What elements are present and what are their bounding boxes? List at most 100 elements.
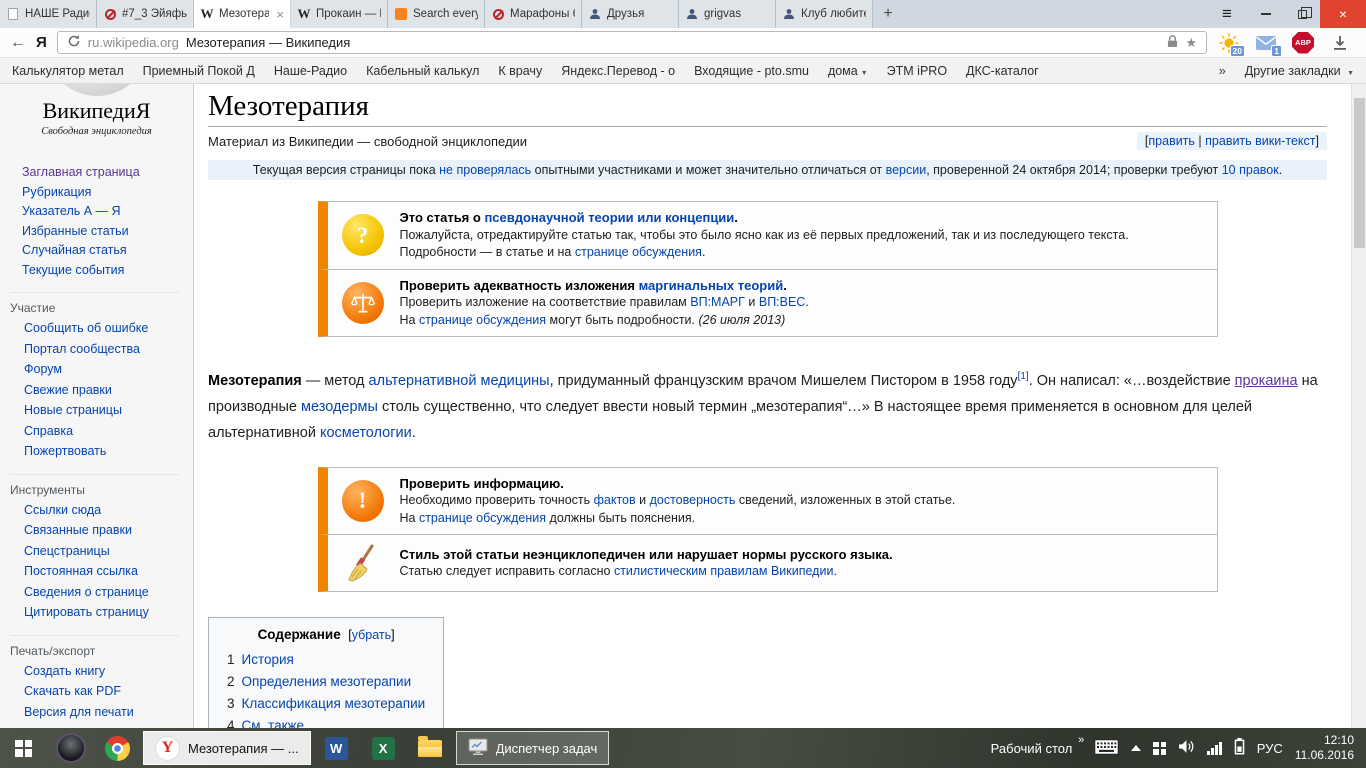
sidebar-item-printable[interactable]: Версия для печати [24,705,134,719]
tab-close-icon[interactable]: × [274,7,284,22]
wikipedia-wordmark[interactable]: ВикипедиЯ [0,98,193,124]
talk-page-link[interactable]: странице обсуждения [419,511,546,525]
facts-link[interactable]: фактов [594,493,636,507]
bookmark-star-icon[interactable]: ★ [1185,35,1197,51]
lock-icon[interactable] [1167,34,1178,51]
talk-page-link[interactable]: странице обсуждения [419,313,546,327]
tray-expand-icon[interactable] [1131,745,1142,751]
bookmark-item[interactable]: К врачу [498,64,542,78]
sidebar-item-page-info[interactable]: Сведения о странице [24,585,149,599]
style-guidelines-link[interactable]: стилистическим правилам Википедии [614,564,834,578]
clock[interactable]: 12:10 11.06.2016 [1295,733,1354,763]
toc-link-see-also[interactable]: См. также [242,718,305,728]
reload-icon[interactable] [67,34,81,51]
close-button[interactable]: × [1320,0,1366,28]
word-icon[interactable]: W [313,728,360,768]
sidebar-item-index[interactable]: Указатель А — Я [22,204,121,218]
sidebar-item-main-page[interactable]: Заглавная страница [22,165,140,179]
version-link[interactable]: версии [886,163,927,177]
file-explorer-icon[interactable] [407,728,454,768]
tab-prokain[interactable]: W Прокаин — В [291,0,388,28]
sidebar-item-forum[interactable]: Форум [24,362,62,376]
wikipedia-globe-logo[interactable] [44,84,149,96]
bookmark-item[interactable]: Входящие - pto.smu [694,64,809,78]
sidebar-item-random[interactable]: Случайная статья [22,243,127,257]
minimize-button[interactable] [1248,0,1284,28]
talk-page-link[interactable]: странице обсуждения [575,245,702,259]
windows-tray-icon[interactable] [1153,741,1167,755]
bookmark-folder-doma[interactable]: дома ▼ [828,64,868,78]
sidebar-item-rubrication[interactable]: Рубрикация [22,185,91,199]
sidebar-item-current-events[interactable]: Текущие события [22,263,124,277]
alternative-medicine-link[interactable]: альтернативной медицины [369,373,550,389]
verifiability-link[interactable]: достоверность [650,493,736,507]
volume-icon[interactable] [1178,739,1195,757]
toc-link-history[interactable]: История [242,652,294,667]
sidebar-item-create-book[interactable]: Создать книгу [24,664,105,678]
scrollbar-thumb[interactable] [1354,98,1365,248]
restore-button[interactable] [1284,0,1320,28]
fringe-theories-link[interactable]: маргинальных теорий [639,278,784,293]
edits-link[interactable]: 10 правок [1222,163,1279,177]
bookmark-item[interactable]: Кабельный калькул [366,64,479,78]
desktop-toolbar[interactable]: Рабочий стол » [991,734,1085,756]
sidebar-item-special-pages[interactable]: Спецстраницы [24,544,110,558]
sidebar-item-featured[interactable]: Избранные статьи [22,224,129,238]
back-icon[interactable]: ← [10,34,26,52]
bookmark-item[interactable]: ЭТМ iPRO [887,64,947,78]
tab-nashe-radio[interactable]: НАШЕ Радио [0,0,97,28]
excel-icon[interactable]: X [360,728,407,768]
bookmark-item[interactable]: Яндекс.Перевод - о [561,64,675,78]
downloads-icon[interactable] [1328,31,1352,55]
bookmark-item[interactable]: Приемный Покой Д [143,64,255,78]
battery-icon[interactable] [1234,738,1245,758]
chrome-icon[interactable] [94,728,141,768]
tab-marafony[interactable]: Марафоны бр [485,0,582,28]
sidebar-item-new-pages[interactable]: Новые страницы [24,403,122,417]
tab-eyjafjall[interactable]: #7_3 Эйяфьяд [97,0,194,28]
menu-button[interactable]: ≡ [1206,0,1248,28]
mesoderm-link[interactable]: мезодермы [301,399,378,415]
toc-link-definitions[interactable]: Определения мезотерапии [242,674,412,689]
toc-hide-link[interactable]: убрать [352,628,391,642]
tab-klub[interactable]: Клуб любите [776,0,873,28]
bookmark-item[interactable]: Наше-Радио [274,64,347,78]
start-button[interactable] [0,728,47,768]
bookmark-item[interactable]: Калькулятор метал [12,64,124,78]
other-bookmarks-button[interactable]: Другие закладки ▼ [1245,64,1354,78]
new-tab-button[interactable]: + [873,0,903,28]
url-input[interactable]: ru.wikipedia.org Мезотерапия — Википедия… [56,31,1207,54]
weather-extension-icon[interactable]: 20 [1217,31,1245,57]
tab-mezoterapiya-active[interactable]: W Мезотерапия × [194,0,291,28]
tab-search-everything[interactable]: Search everyth [388,0,485,28]
tab-grigvas[interactable]: grigvas [679,0,776,28]
vp-marg-link[interactable]: ВП:МАРГ [690,295,745,309]
sidebar-item-cite-page[interactable]: Цитировать страницу [24,605,149,619]
task-manager-taskbar-button[interactable]: Диспетчер задач [455,731,610,765]
sidebar-item-help[interactable]: Справка [24,424,73,438]
sidebar-item-what-links-here[interactable]: Ссылки сюда [24,503,101,517]
language-indicator[interactable]: РУС [1257,741,1283,756]
procaine-link[interactable]: прокаина [1235,373,1298,389]
yandex-logo-icon[interactable]: Я [36,34,47,51]
yandex-browser-taskbar-button[interactable]: Y Мезотерапия — ... [143,731,311,765]
sidebar-item-donate[interactable]: Пожертвовать [24,444,106,458]
touch-keyboard-icon[interactable] [1094,738,1120,758]
edit-wikitext-link[interactable]: править вики-текст [1205,134,1315,148]
pseudoscience-link[interactable]: псевдонаучной теории или концепции [484,210,734,225]
sidebar-item-community-portal[interactable]: Портал сообщества [24,342,140,356]
adblock-plus-icon[interactable]: ABP [1291,31,1315,55]
sidebar-item-related-changes[interactable]: Связанные правки [24,523,132,537]
network-signal-icon[interactable] [1207,741,1222,755]
bookmarks-overflow-icon[interactable]: » [1219,63,1226,78]
cosmetology-link[interactable]: косметологии [320,425,412,441]
toc-link-classification[interactable]: Классификация мезотерапии [242,696,426,711]
tab-druzya[interactable]: Друзья [582,0,679,28]
sidebar-item-recent-changes[interactable]: Свежие правки [24,383,112,397]
vp-ves-link[interactable]: ВП:ВЕС [759,295,806,309]
mail-extension-icon[interactable]: 1 [1254,31,1282,57]
edit-link[interactable]: править [1148,134,1195,148]
not-checked-link[interactable]: не проверялась [439,163,531,177]
page-scrollbar[interactable] [1351,84,1366,728]
sidebar-item-report-error[interactable]: Сообщить об ошибке [24,321,148,335]
